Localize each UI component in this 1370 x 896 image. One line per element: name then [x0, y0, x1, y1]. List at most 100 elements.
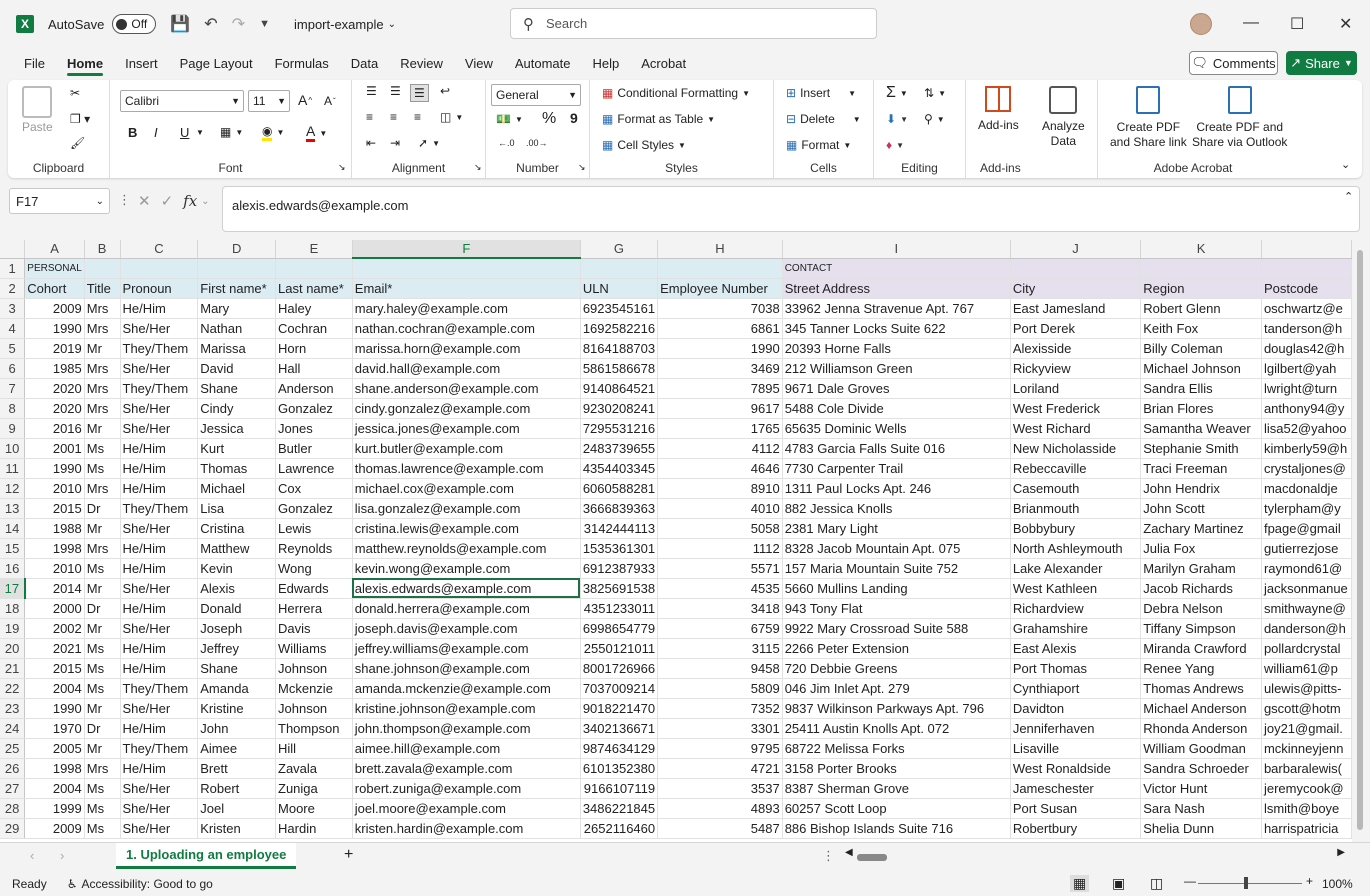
tab-splitter-icon[interactable]: ⋮	[822, 848, 835, 864]
cell[interactable]: 9617	[657, 398, 783, 419]
cell[interactable]: 5487	[657, 818, 783, 839]
cell[interactable]: Mr	[84, 418, 121, 439]
active-cell[interactable]: alexis.edwards@example.com	[352, 578, 581, 599]
cell[interactable]: amanda.mckenzie@example.com	[352, 678, 581, 699]
cancel-icon[interactable]: ✕	[138, 192, 151, 210]
cell[interactable]: Joel	[197, 798, 277, 819]
cell[interactable]: michael.cox@example.com	[352, 478, 581, 499]
cell[interactable]: Hall	[275, 358, 353, 379]
cell[interactable]: 5058	[657, 518, 783, 539]
cell[interactable]: Jenniferhaven	[1010, 718, 1142, 739]
cell[interactable]: 4721	[657, 758, 783, 779]
close-icon[interactable]: ✕	[1339, 14, 1352, 34]
cell[interactable]: West Kathleen	[1010, 578, 1142, 599]
cell[interactable]: Mrs	[84, 538, 121, 559]
cell[interactable]: 3158 Porter Brooks	[782, 758, 1011, 779]
name-box[interactable]: F17 ⌄	[9, 188, 110, 214]
cell[interactable]: jeffrey.williams@example.com	[352, 638, 581, 659]
row-header[interactable]: 8	[0, 398, 26, 419]
accessibility-icon[interactable]: ♿	[67, 877, 78, 891]
cell[interactable]: oschwartz@e	[1261, 298, 1352, 319]
sort-filter-icon[interactable]: ⇅ ▼	[924, 86, 946, 100]
align-left-icon[interactable]: ≡	[366, 110, 373, 124]
cell[interactable]: Mr	[84, 338, 121, 359]
cell[interactable]: 3486221845	[580, 798, 659, 819]
cell[interactable]: 2266 Peter Extension	[782, 638, 1011, 659]
cell[interactable]: Cochran	[275, 318, 353, 339]
cell[interactable]: Cox	[275, 478, 353, 499]
cell[interactable]: Butler	[275, 438, 353, 459]
cell[interactable]: Billy Coleman	[1140, 338, 1262, 359]
row-header[interactable]: 10	[0, 438, 26, 459]
cell[interactable]: cindy.gonzalez@example.com	[352, 398, 581, 419]
cell[interactable]: Ms	[84, 458, 121, 479]
cell[interactable]: mckinneyjenn	[1261, 738, 1352, 759]
cell[interactable]: Tiffany Simpson	[1140, 618, 1262, 639]
underline-button[interactable]: U	[180, 125, 189, 140]
prev-sheet-icon[interactable]: ‹	[30, 848, 34, 863]
cell[interactable]: 5660 Mullins Landing	[782, 578, 1011, 599]
cell[interactable]: fpage@gmail	[1261, 518, 1352, 539]
cell[interactable]: 2020	[24, 398, 85, 419]
cell[interactable]: 1990	[657, 338, 783, 359]
cell[interactable]: 7037009214	[580, 678, 659, 699]
header-cell[interactable]: Employee Number	[657, 278, 783, 299]
cell[interactable]: matthew.reynolds@example.com	[352, 538, 581, 559]
cell[interactable]: Brianmouth	[1010, 498, 1142, 519]
header-cell[interactable]: Cohort	[24, 278, 85, 299]
cell[interactable]: 1535361301	[580, 538, 659, 559]
row-header[interactable]: 16	[0, 558, 26, 579]
cell[interactable]: Lewis	[275, 518, 353, 539]
horizontal-scrollbar[interactable]: ◀ ▶	[845, 847, 1345, 863]
cell[interactable]: Johnson	[275, 698, 353, 719]
number-format-select[interactable]: General ▼	[491, 84, 581, 106]
cell[interactable]: Herrera	[275, 598, 353, 619]
cell[interactable]: They/Them	[120, 378, 199, 399]
cell[interactable]: 2652116460	[580, 818, 659, 839]
row-header[interactable]: 24	[0, 718, 26, 739]
tab-insert[interactable]: Insert	[114, 48, 169, 78]
cell[interactable]: Mrs	[84, 298, 121, 319]
column-header[interactable]: G	[580, 240, 659, 259]
cell[interactable]: 1990	[24, 698, 85, 719]
cell[interactable]: joseph.davis@example.com	[352, 618, 581, 639]
cell[interactable]: They/Them	[120, 338, 199, 359]
chevron-down-icon[interactable]: ⌄	[201, 196, 209, 207]
undo-icon[interactable]: ↶	[204, 14, 217, 34]
cell[interactable]: 1990	[24, 318, 85, 339]
cell[interactable]: Moore	[275, 798, 353, 819]
decrease-decimal-icon[interactable]: .00→	[526, 138, 548, 148]
vertical-scrollbar[interactable]	[1352, 240, 1370, 842]
cell[interactable]: Reynolds	[275, 538, 353, 559]
cell[interactable]: Kristen	[197, 818, 277, 839]
create-pdf-outlook-button[interactable]: Create PDF and Share via Outlook	[1192, 86, 1287, 149]
cell[interactable]: She/Her	[120, 798, 199, 819]
cell[interactable]: 3469	[657, 358, 783, 379]
increase-decimal-icon[interactable]: ←.0	[498, 138, 515, 148]
row-header[interactable]: 26	[0, 758, 26, 779]
cell[interactable]: 882 Jessica Knolls	[782, 498, 1011, 519]
cell[interactable]: He/Him	[120, 438, 199, 459]
cell[interactable]: Rebeccaville	[1010, 458, 1142, 479]
cell[interactable]: Mrs	[84, 478, 121, 499]
cell[interactable]: 2005	[24, 738, 85, 759]
cell[interactable]: 7352	[657, 698, 783, 719]
cell[interactable]: gscott@hotm	[1261, 698, 1352, 719]
cell[interactable]: 5809	[657, 678, 783, 699]
cell[interactable]: 4351233011	[580, 598, 659, 619]
cell[interactable]: He/Him	[120, 458, 199, 479]
row-header[interactable]: 4	[0, 318, 26, 339]
cell[interactable]: william61@p	[1261, 658, 1352, 679]
addins-button[interactable]: Add-ins	[978, 86, 1019, 132]
cell[interactable]: Michael Johnson	[1140, 358, 1262, 379]
cell[interactable]: marissa.horn@example.com	[352, 338, 581, 359]
cell[interactable]: 720 Debbie Greens	[782, 658, 1011, 679]
cell[interactable]: aimee.hill@example.com	[352, 738, 581, 759]
cell[interactable]: Mr	[84, 698, 121, 719]
cell[interactable]: 1999	[24, 798, 85, 819]
cell[interactable]: Ms	[84, 798, 121, 819]
cell[interactable]: kevin.wong@example.com	[352, 558, 581, 579]
cell[interactable]: North Ashleymouth	[1010, 538, 1142, 559]
cell-styles-button[interactable]: ▦ Cell Styles ▼	[602, 138, 686, 152]
tab-formulas[interactable]: Formulas	[264, 48, 340, 78]
